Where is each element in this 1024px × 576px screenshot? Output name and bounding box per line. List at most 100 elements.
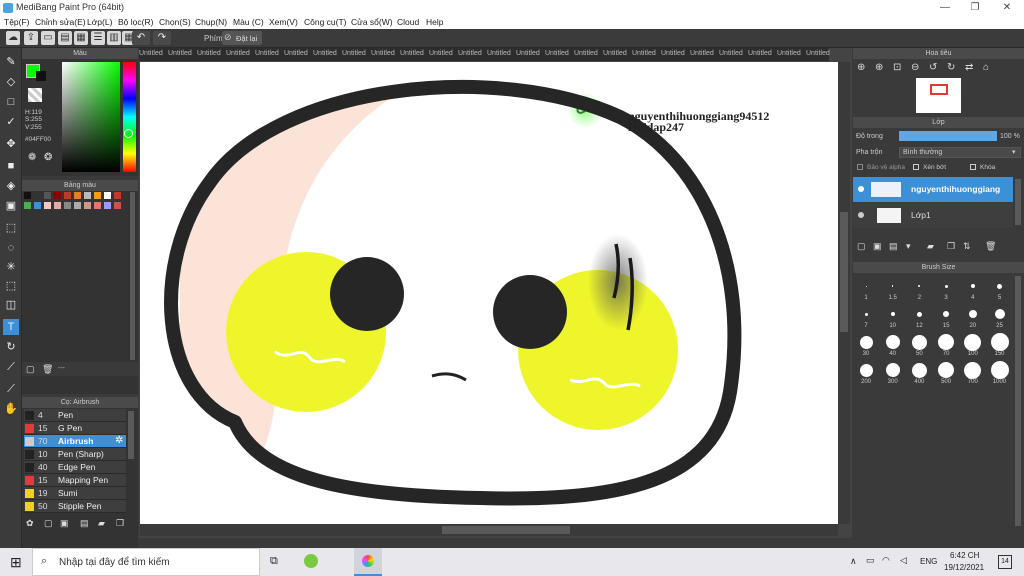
menu-filter[interactable]: Bộ lọc(R)	[118, 17, 153, 27]
grid-icon[interactable]: ▦	[74, 31, 88, 45]
palette-swatch[interactable]	[64, 192, 71, 199]
brush-size-option[interactable]: 500	[933, 360, 959, 386]
task-view-icon[interactable]: ⧉	[270, 555, 278, 568]
close-icon[interactable]: ✕	[992, 0, 1022, 16]
brush-scrollbar[interactable]	[128, 411, 134, 459]
lock-view-icon[interactable]: ⌂	[983, 62, 989, 73]
document-tab[interactable]: Untitled	[574, 50, 598, 57]
brush-size-option[interactable]: 300	[880, 360, 906, 386]
saturation-value-picker[interactable]	[62, 62, 120, 172]
menu-layer[interactable]: Lớp(L)	[87, 17, 112, 27]
add-brush-icon[interactable]: ✿	[26, 518, 34, 529]
brush-item-selected[interactable]: 70 Airbrush ✲	[24, 435, 126, 448]
menu-window[interactable]: Cửa sổ(W)	[351, 17, 393, 27]
palette-swatch[interactable]	[104, 192, 111, 199]
new-brush-icon[interactable]: ▢	[44, 518, 53, 529]
palette-swatch[interactable]	[64, 202, 71, 209]
menu-edit[interactable]: Chỉnh sửa(E)	[35, 17, 86, 27]
delete-palette-icon[interactable]: 🗑	[42, 364, 53, 375]
add-layer-menu-icon[interactable]: ▾	[906, 241, 911, 252]
document-tab[interactable]: Untitled	[400, 50, 424, 57]
document-tab[interactable]: Untitled	[458, 50, 482, 57]
clipping-checkbox[interactable]	[913, 164, 919, 170]
divide-tool-icon[interactable]: ⟋	[3, 359, 19, 375]
select-eraser-icon[interactable]: ◫	[3, 297, 19, 313]
palette-swatch[interactable]	[44, 192, 51, 199]
brush-size-option[interactable]: 50	[906, 332, 932, 358]
gradient-tool-icon[interactable]: ▣	[3, 198, 19, 214]
blend-mode-select[interactable]: Bình thường ▾	[899, 147, 1021, 158]
document-tab[interactable]: Untitled	[197, 50, 221, 57]
brush-size-option[interactable]: 12	[906, 304, 932, 330]
brush-folder-icon[interactable]: ▰	[98, 518, 105, 529]
brush-size-option[interactable]: 1	[853, 276, 879, 302]
brush-size-option[interactable]: 1000	[987, 360, 1013, 386]
volume-icon[interactable]: ◁	[900, 555, 907, 566]
flip-icon[interactable]: ⇄	[965, 62, 973, 73]
document-tab[interactable]: Untitled	[777, 50, 801, 57]
menu-file[interactable]: Tệp(F)	[4, 17, 30, 27]
comment-icon[interactable]: ▭	[41, 31, 55, 45]
palette-swatch[interactable]	[34, 202, 41, 209]
layout-icon[interactable]: ▥	[107, 31, 121, 45]
palette-scrollbar[interactable]	[130, 192, 135, 360]
fill-shape-tool-icon[interactable]: ■	[3, 158, 19, 174]
palette-swatch[interactable]	[84, 202, 91, 209]
brush-size-option[interactable]: 3	[933, 276, 959, 302]
notification-icon[interactable]: 14	[998, 555, 1012, 569]
medibang-taskbar-button[interactable]	[354, 548, 382, 576]
menu-color[interactable]: Màu (C)	[233, 17, 264, 27]
text-tool-icon[interactable]: T	[3, 319, 19, 335]
palette-swatch[interactable]	[74, 192, 81, 199]
brush-tool-icon[interactable]: ✎	[3, 54, 19, 70]
export-icon[interactable]: ⇪	[24, 31, 38, 45]
bucket-tool-icon[interactable]: ◈	[3, 178, 19, 194]
brush-item[interactable]: 40 Edge Pen	[24, 461, 126, 474]
brush-size-option[interactable]: 100	[960, 332, 986, 358]
rotate-right-icon[interactable]: ↻	[947, 62, 955, 73]
menu-snap[interactable]: Chụp(N)	[195, 17, 227, 27]
eraser-tool-icon[interactable]: ◇	[3, 74, 19, 90]
clock-time[interactable]: 6:42 CH	[950, 551, 979, 560]
pen-tool-icon[interactable]: ✓	[3, 114, 19, 130]
transparent-color-swatch[interactable]	[28, 88, 42, 102]
brush-size-option[interactable]: 400	[906, 360, 932, 386]
hue-slider[interactable]	[123, 62, 136, 172]
brush-size-option[interactable]: 700	[960, 360, 986, 386]
new-layer-icon[interactable]: ▢	[857, 241, 866, 252]
reset-button[interactable]: ⊘ Đặt lại	[222, 31, 262, 45]
hand-tool-icon[interactable]: ✋	[3, 401, 19, 417]
brush-size-option[interactable]: 150	[987, 332, 1013, 358]
taskbar-search-box[interactable]: ⌕ Nhập tại đây để tìm kiếm	[32, 548, 260, 576]
palette-swatches[interactable]	[24, 192, 128, 212]
fit-icon[interactable]: ⊡	[893, 62, 901, 73]
zoom-plus-icon[interactable]: ⊕	[875, 62, 883, 73]
rectangle-tool-icon[interactable]: □	[3, 94, 19, 110]
menu-help[interactable]: Help	[426, 17, 443, 27]
layer-scrollbar[interactable]	[1015, 179, 1021, 225]
palette-swatch[interactable]	[54, 202, 61, 209]
drawing-canvas[interactable]: nguyenthihuonggiang94512 Hoidap247	[140, 62, 838, 524]
hue-slider-handle[interactable]	[124, 129, 133, 138]
brush-size-option[interactable]: 15	[933, 304, 959, 330]
cloud-icon[interactable]: ☁	[6, 31, 20, 45]
lock-checkbox[interactable]	[970, 164, 976, 170]
zoom-in-icon[interactable]: ⊕	[857, 62, 865, 73]
brush-size-option[interactable]: 40	[880, 332, 906, 358]
brush-size-option[interactable]: 70	[933, 332, 959, 358]
magic-wand-icon[interactable]: ✳	[3, 259, 19, 275]
select-pen-icon[interactable]: ⬚	[3, 278, 19, 294]
new-8bit-layer-icon[interactable]: ▤	[889, 241, 898, 252]
brush-size-option[interactable]: 25	[987, 304, 1013, 330]
undo-icon[interactable]: ↶	[132, 31, 150, 45]
brush-size-option[interactable]: 10	[880, 304, 906, 330]
palette-swatch[interactable]	[74, 202, 81, 209]
document-tab[interactable]: Untitled	[690, 50, 714, 57]
palette-swatch[interactable]	[114, 192, 121, 199]
delete-layer-icon[interactable]: 🗑	[985, 241, 996, 252]
panel-icon[interactable]: ▤	[58, 31, 72, 45]
brush-item[interactable]: 15 G Pen	[24, 422, 126, 435]
document-tab[interactable]: Untitled	[429, 50, 453, 57]
document-tab[interactable]: Untitled	[168, 50, 192, 57]
background-color-swatch[interactable]	[36, 71, 46, 81]
